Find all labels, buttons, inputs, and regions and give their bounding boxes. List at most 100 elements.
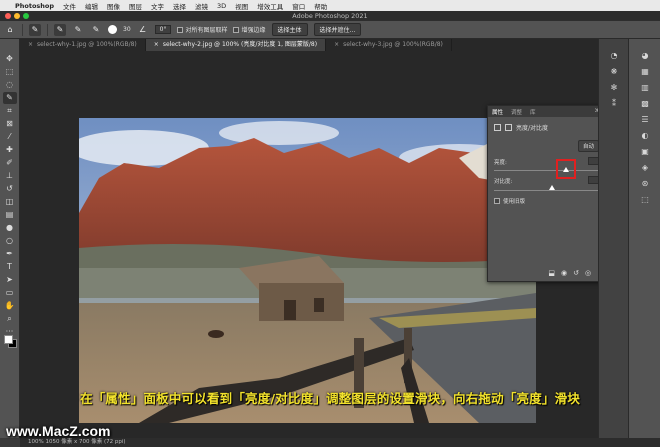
gradients-panel-icon[interactable]: ▥ xyxy=(638,83,652,93)
tab-label: select-why-3.jpg @ 100%(RGB/8) xyxy=(343,41,443,48)
tab-select-why-1[interactable]: × select-why-1.jpg @ 100%(RGB/8) xyxy=(20,39,146,51)
menu-edit[interactable]: 编辑 xyxy=(85,1,98,11)
layer-mask-icon[interactable] xyxy=(505,124,512,131)
clone-stamp-tool-icon[interactable]: ⊥ xyxy=(3,170,17,182)
marquee-tool-icon[interactable]: ⬚ xyxy=(3,66,17,78)
history-brush-tool-icon[interactable]: ↺ xyxy=(3,183,17,195)
adjustment-header: 亮度/对比度 xyxy=(494,123,548,132)
options-bar: ⌂ ✎ ✎ ✎ ✎ 30 ∠ 0° 对所有图层取样 增强边缘 选择主体 选择并遮… xyxy=(0,21,660,39)
brightness-slider-track[interactable] xyxy=(494,170,606,171)
frame-tool-icon[interactable]: ⊠ xyxy=(3,118,17,130)
window-title-bar: Adobe Photoshop 2021 xyxy=(0,11,660,21)
angle-input[interactable]: 0° xyxy=(154,25,172,34)
channels-panel-icon[interactable]: ⊛ xyxy=(638,179,652,189)
select-and-mask-button[interactable]: 选择并遮住... xyxy=(313,23,362,36)
properties-panel-icon[interactable]: ☰ xyxy=(638,115,652,125)
brush-tool-icon[interactable]: ✐ xyxy=(3,157,17,169)
contrast-slider-track[interactable] xyxy=(494,190,606,191)
select-subject-button[interactable]: 选择主体 xyxy=(271,23,308,36)
checkbox-box[interactable] xyxy=(494,198,500,204)
panel-dock-collapsed: ◔ ❋ ✻ ⁑ xyxy=(598,39,628,438)
contrast-label: 对比度: xyxy=(494,179,513,185)
auto-button[interactable]: 自动 xyxy=(578,140,600,152)
brush-settings-panel-icon[interactable]: ❋ xyxy=(607,67,621,77)
patterns-panel-icon[interactable]: ▩ xyxy=(638,99,652,109)
menu-file[interactable]: 文件 xyxy=(63,1,76,11)
quick-selection-tool-icon[interactable]: ✎ xyxy=(2,92,17,104)
tutorial-caption: 在「属性」面板中可以看到「亮度/对比度」调整图层的设置滑块，向右拖动「亮度」滑块 xyxy=(79,391,581,406)
paths-panel-icon[interactable]: ⬚ xyxy=(638,195,652,205)
menu-window[interactable]: 窗口 xyxy=(292,1,305,11)
crop-tool-icon[interactable]: ⌗ xyxy=(3,105,17,117)
highlight-box xyxy=(556,159,576,179)
divider xyxy=(22,23,23,36)
menu-bar: Photoshop 文件 编辑 图像 图层 文字 选择 滤镜 3D 视图 增效工… xyxy=(0,0,660,11)
view-previous-icon[interactable]: ◉ xyxy=(561,269,567,277)
tab-select-why-3[interactable]: × select-why-3.jpg @ 100%(RGB/8) xyxy=(326,39,452,51)
close-tab-icon[interactable]: × xyxy=(334,41,339,48)
enhance-edge-checkbox[interactable]: 增强边缘 xyxy=(233,25,266,34)
brush-preview-icon[interactable] xyxy=(108,25,117,34)
landscape-image xyxy=(79,118,536,423)
minimize-window-icon[interactable] xyxy=(14,13,20,19)
checkbox-box[interactable] xyxy=(177,26,184,33)
dodge-tool-icon[interactable]: ○ xyxy=(3,235,17,247)
close-tab-icon[interactable]: × xyxy=(28,41,33,48)
contrast-slider-thumb[interactable] xyxy=(549,185,555,190)
sample-all-layers-checkbox[interactable]: 对所有图层取样 xyxy=(177,25,227,34)
rectangle-tool-icon[interactable]: ▭ xyxy=(3,287,17,299)
divider xyxy=(47,23,48,36)
pen-tool-icon[interactable]: ✒ xyxy=(3,248,17,260)
menu-help[interactable]: 帮助 xyxy=(314,1,327,11)
use-legacy-checkbox[interactable]: 使用旧版 xyxy=(494,197,525,205)
healing-brush-tool-icon[interactable]: ✚ xyxy=(3,144,17,156)
add-to-selection-icon[interactable]: ✎ xyxy=(72,24,84,36)
path-selection-tool-icon[interactable]: ➤ xyxy=(3,274,17,286)
menu-plugins[interactable]: 增效工具 xyxy=(257,1,283,11)
blur-tool-icon[interactable]: ● xyxy=(3,222,17,234)
type-tool-icon[interactable]: T xyxy=(3,261,17,273)
menu-3d[interactable]: 3D xyxy=(217,2,226,10)
color-panel-icon[interactable]: ◕ xyxy=(638,51,652,61)
home-icon[interactable]: ⌂ xyxy=(4,24,16,36)
new-selection-icon[interactable]: ✎ xyxy=(54,23,66,36)
foreground-color-swatch[interactable] xyxy=(4,335,13,344)
clip-to-layer-icon[interactable]: ⬓ xyxy=(548,269,555,277)
quick-selection-tool-icon[interactable]: ✎ xyxy=(29,23,41,36)
use-legacy-label: 使用旧版 xyxy=(503,199,526,205)
tab-adjustments[interactable]: 调整 xyxy=(511,108,522,116)
close-tab-icon[interactable]: × xyxy=(154,41,159,48)
history-panel-icon[interactable]: ◔ xyxy=(607,51,621,61)
tab-properties[interactable]: 属性 xyxy=(492,108,503,116)
document-photo[interactable] xyxy=(79,118,536,423)
libraries-panel-icon[interactable]: ▣ xyxy=(638,147,652,157)
move-tool-icon[interactable]: ✥ xyxy=(3,53,17,65)
gradient-tool-icon[interactable]: ▤ xyxy=(3,209,17,221)
color-panel-icon[interactable]: ✻ xyxy=(607,83,621,93)
menu-filter[interactable]: 滤镜 xyxy=(195,1,208,11)
menu-type[interactable]: 文字 xyxy=(151,1,164,11)
menu-select[interactable]: 选择 xyxy=(173,1,186,11)
menu-view[interactable]: 视图 xyxy=(235,1,248,11)
close-window-icon[interactable] xyxy=(5,13,11,19)
swatches-panel-icon[interactable]: ▦ xyxy=(638,67,652,77)
tab-select-why-2[interactable]: × select-why-2.jpg @ 100% (亮度/对比度 1, 图层蒙版… xyxy=(145,39,327,51)
reset-icon[interactable]: ↺ xyxy=(573,269,579,277)
eyedropper-tool-icon[interactable]: ⁄ xyxy=(3,131,17,143)
adjustments-panel-icon[interactable]: ◐ xyxy=(638,131,652,141)
eraser-tool-icon[interactable]: ◫ xyxy=(3,196,17,208)
menu-app-name[interactable]: Photoshop xyxy=(15,2,54,10)
subtract-from-selection-icon[interactable]: ✎ xyxy=(90,24,102,36)
character-panel-icon[interactable]: ⁑ xyxy=(607,99,621,109)
lasso-tool-icon[interactable]: ◌ xyxy=(3,79,17,91)
hand-tool-icon[interactable]: ✋ xyxy=(3,300,17,312)
brush-size-value[interactable]: 30 xyxy=(123,26,131,33)
layers-panel-icon[interactable]: ◈ xyxy=(638,163,652,173)
tab-libraries[interactable]: 库 xyxy=(530,108,536,116)
zoom-tool-icon[interactable]: ⌕ xyxy=(3,313,17,325)
zoom-window-icon[interactable] xyxy=(23,13,29,19)
checkbox-box[interactable] xyxy=(233,26,240,33)
menu-layer[interactable]: 图层 xyxy=(129,1,142,11)
menu-image[interactable]: 图像 xyxy=(107,1,120,11)
visibility-eye-icon[interactable]: ◎ xyxy=(585,269,591,277)
